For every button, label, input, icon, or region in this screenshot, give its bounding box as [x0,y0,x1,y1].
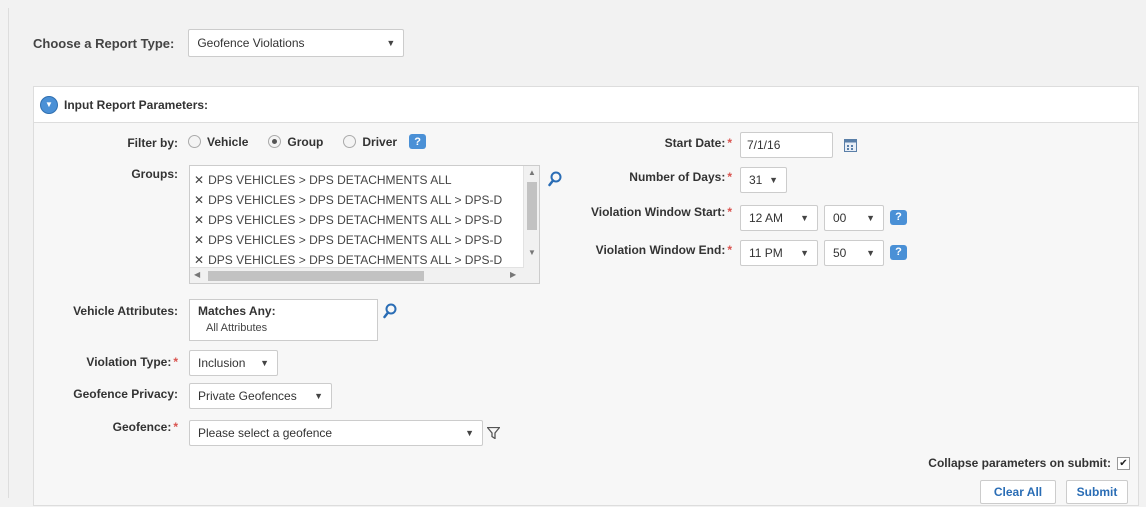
vertical-scrollbar[interactable]: ▲ ▼ [523,166,539,283]
window-end-label: Violation Window End: * [595,243,732,257]
list-item[interactable]: ✕ DPS VEHICLES > DPS DETACHMENTS ALL > DP… [190,190,524,210]
chevron-down-icon: ▼ [386,38,396,48]
radio-group[interactable] [268,135,282,148]
remove-icon[interactable]: ✕ [194,213,204,227]
collapse-option: Collapse parameters on submit: ✔ [928,456,1130,470]
number-of-days-label: Number of Days: * [629,170,732,184]
help-icon-container: ? [890,244,907,260]
window-start-label: Violation Window Start: * [590,205,732,219]
chevron-down-icon: ▼ [800,213,809,223]
collapse-checkbox[interactable]: ✔ [1117,456,1130,470]
start-date-input[interactable]: 7/1/16 [740,132,833,158]
list-item[interactable]: ✕ DPS VEHICLES > DPS DETACHMENTS ALL [190,170,524,190]
chevron-down-icon: ▼ [260,358,269,368]
calendar-icon[interactable] [844,139,857,152]
radio-group-label: Group [287,134,324,149]
report-type-select[interactable]: Geofence Violations ▼ [188,29,405,57]
search-icon[interactable] [548,171,562,187]
geofence-privacy-select[interactable]: Private Geofences ▼ [189,383,332,409]
scroll-left-icon[interactable]: ◀ [194,270,200,279]
list-item[interactable]: ✕ DPS VEHICLES > DPS DETACHMENTS ALL > DP… [190,230,524,250]
chevron-down-icon: ▼ [314,391,323,401]
collapse-label: Collapse parameters on submit: [928,456,1111,470]
scroll-down-icon[interactable]: ▼ [524,248,539,257]
radio-vehicle-label: Vehicle [207,134,249,149]
scroll-right-icon[interactable]: ▶ [510,270,516,279]
radio-vehicle[interactable] [188,135,201,148]
scroll-thumb[interactable] [208,271,424,281]
window-start-hour-select[interactable]: 12 AM ▼ [740,205,818,231]
geofence-label: Geofence: * [112,420,178,434]
groups-label: Groups: [131,167,178,181]
submit-button[interactable]: Submit [1066,480,1128,504]
filter-icon[interactable] [487,427,500,439]
chevron-down-icon: ▼ [866,248,875,258]
help-icon[interactable]: ? [890,244,907,260]
remove-icon[interactable]: ✕ [194,233,204,247]
panel-title: Input Report Parameters: [64,97,209,112]
chevron-down-icon: ▼ [800,248,809,258]
help-icon-container: ? [890,209,907,225]
list-item[interactable]: ✕ DPS VEHICLES > DPS DETACHMENTS ALL > DP… [190,210,524,230]
clear-all-button[interactable]: Clear All [980,480,1056,504]
remove-icon[interactable]: ✕ [194,253,204,267]
filter-by-label: Filter by: [127,136,178,150]
geofence-privacy-label: Geofence Privacy: [73,387,178,401]
report-type-label: Choose a Report Type: [33,35,175,51]
remove-icon[interactable]: ✕ [194,173,204,187]
scroll-up-icon[interactable]: ▲ [524,168,539,177]
input-parameters-panel: ▼ Input Report Parameters: Filter by: Ve… [33,86,1139,506]
panel-header[interactable]: ▼ Input Report Parameters: [34,87,1138,123]
geofence-select[interactable]: Please select a geofence ▼ [189,420,483,446]
report-type-value: Geofence Violations [197,36,305,50]
window-start-minute-select[interactable]: 00 ▼ [824,205,884,231]
collapse-toggle-icon[interactable]: ▼ [40,95,58,114]
violation-type-select[interactable]: Inclusion ▼ [189,350,278,376]
window-end-hour-select[interactable]: 11 PM ▼ [740,240,818,266]
help-icon[interactable]: ? [890,209,907,225]
attributes-value: All Attributes [206,322,268,334]
radio-driver[interactable] [343,135,357,148]
filter-by-radio-group: Vehicle Group Driver ? [188,134,427,149]
vehicle-attributes-label: Vehicle Attributes: [73,304,178,318]
groups-listbox[interactable]: ✕ DPS VEHICLES > DPS DETACHMENTS ALL ✕ DPS… [189,165,540,284]
chevron-down-icon: ▼ [866,213,875,223]
page-container: Choose a Report Type: Geofence Violation… [8,8,1139,506]
help-icon[interactable]: ? [409,134,427,149]
chevron-down-icon: ▼ [769,175,778,185]
report-type-row: Choose a Report Type: Geofence Violation… [33,29,405,57]
start-date-label: Start Date: * [664,136,732,150]
remove-icon[interactable]: ✕ [194,193,204,207]
radio-driver-label: Driver [362,134,398,149]
search-icon[interactable] [383,303,397,319]
scroll-thumb[interactable] [527,182,537,230]
number-of-days-select[interactable]: 31 ▼ [740,167,787,193]
horizontal-scrollbar[interactable]: ◀ ▶ [190,267,524,283]
vehicle-attributes-box[interactable]: Matches Any: All Attributes [189,299,378,341]
attributes-heading: Matches Any: [198,304,276,318]
chevron-down-icon: ▼ [465,428,474,438]
window-end-minute-select[interactable]: 50 ▼ [824,240,884,266]
violation-type-label: Violation Type: * [86,355,178,369]
